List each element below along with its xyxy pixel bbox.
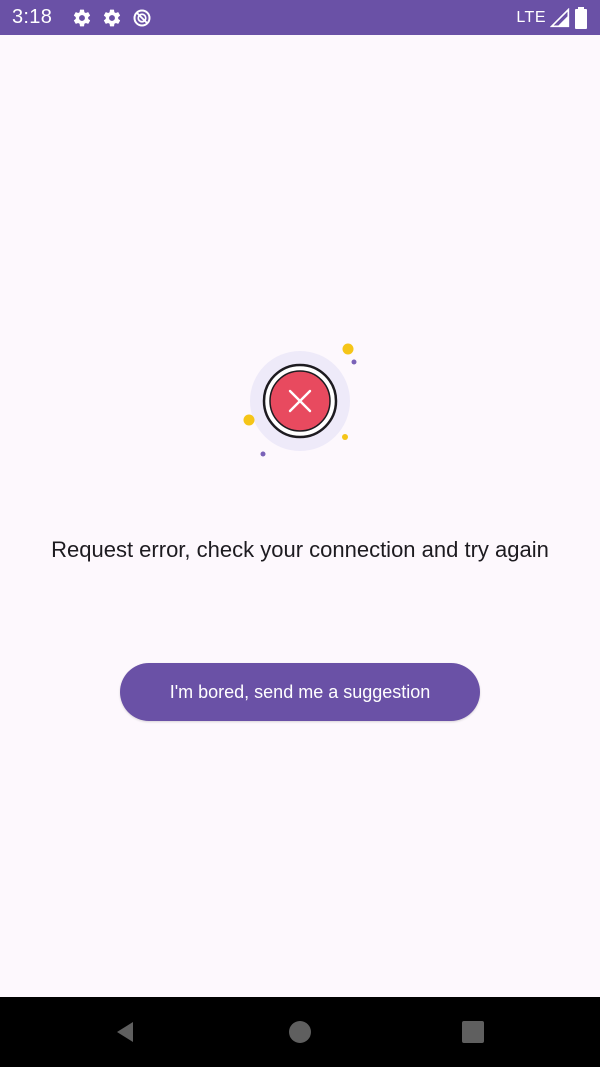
- data-saver-icon: [133, 9, 151, 26]
- back-icon: [117, 1022, 133, 1042]
- error-message: Request error, check your connection and…: [51, 537, 549, 562]
- recents-icon: [462, 1021, 484, 1043]
- navigation-bar: [0, 997, 600, 1067]
- back-button[interactable]: [107, 1014, 143, 1050]
- home-icon: [289, 1021, 311, 1043]
- recents-button[interactable]: [455, 1014, 491, 1050]
- settings-icon: [74, 9, 91, 26]
- suggestion-button[interactable]: I'm bored, send me a suggestion: [120, 663, 480, 721]
- status-time: 3:18: [12, 6, 53, 28]
- network-type-label: LTE: [516, 8, 546, 26]
- status-bar: 3:18 LTE: [0, 0, 600, 35]
- settings-icon: [104, 9, 121, 26]
- status-system-icons: LTE: [516, 6, 588, 29]
- home-button[interactable]: [282, 1014, 318, 1050]
- screen: 3:18 LTE Request error, check your conne…: [0, 0, 600, 1067]
- status-notification-icons: [72, 8, 152, 28]
- battery-icon: [575, 6, 587, 29]
- signal-icon: [550, 7, 570, 27]
- content-area: Request error, check your connection and…: [0, 35, 600, 997]
- error-x-icon: [243, 343, 357, 457]
